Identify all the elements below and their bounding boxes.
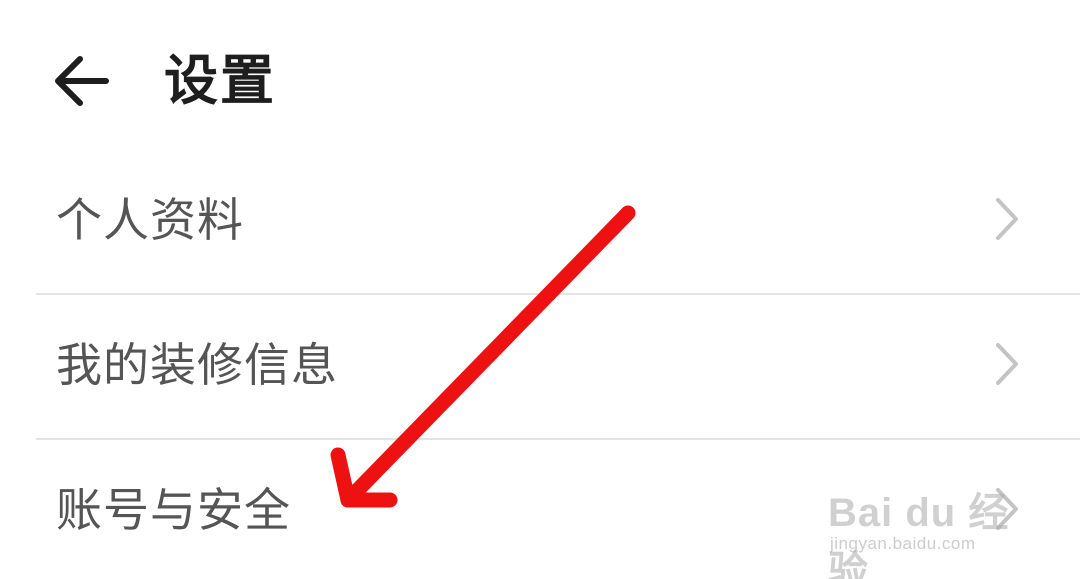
settings-item-renovation-info[interactable]: 我的装修信息 — [0, 295, 1080, 440]
settings-list: 个人资料 我的装修信息 账号与安全 — [0, 150, 1080, 579]
chevron-right-icon — [996, 343, 1018, 385]
header: 设置 — [0, 0, 1080, 150]
chevron-right-icon — [996, 198, 1018, 240]
page-title: 设置 — [164, 49, 276, 112]
settings-item-label: 个人资料 — [56, 193, 244, 247]
arrow-left-icon — [55, 56, 109, 106]
chevron-right-icon — [996, 488, 1018, 530]
settings-item-label: 我的装修信息 — [56, 338, 338, 392]
settings-item-profile[interactable]: 个人资料 — [0, 150, 1080, 295]
back-button[interactable] — [50, 50, 112, 112]
settings-screen: 设置 个人资料 我的装修信息 账号与安全 Bai du 经验 jingyan.b… — [0, 0, 1080, 579]
settings-item-account-security[interactable]: 账号与安全 — [0, 440, 1080, 579]
settings-item-label: 账号与安全 — [56, 483, 291, 537]
